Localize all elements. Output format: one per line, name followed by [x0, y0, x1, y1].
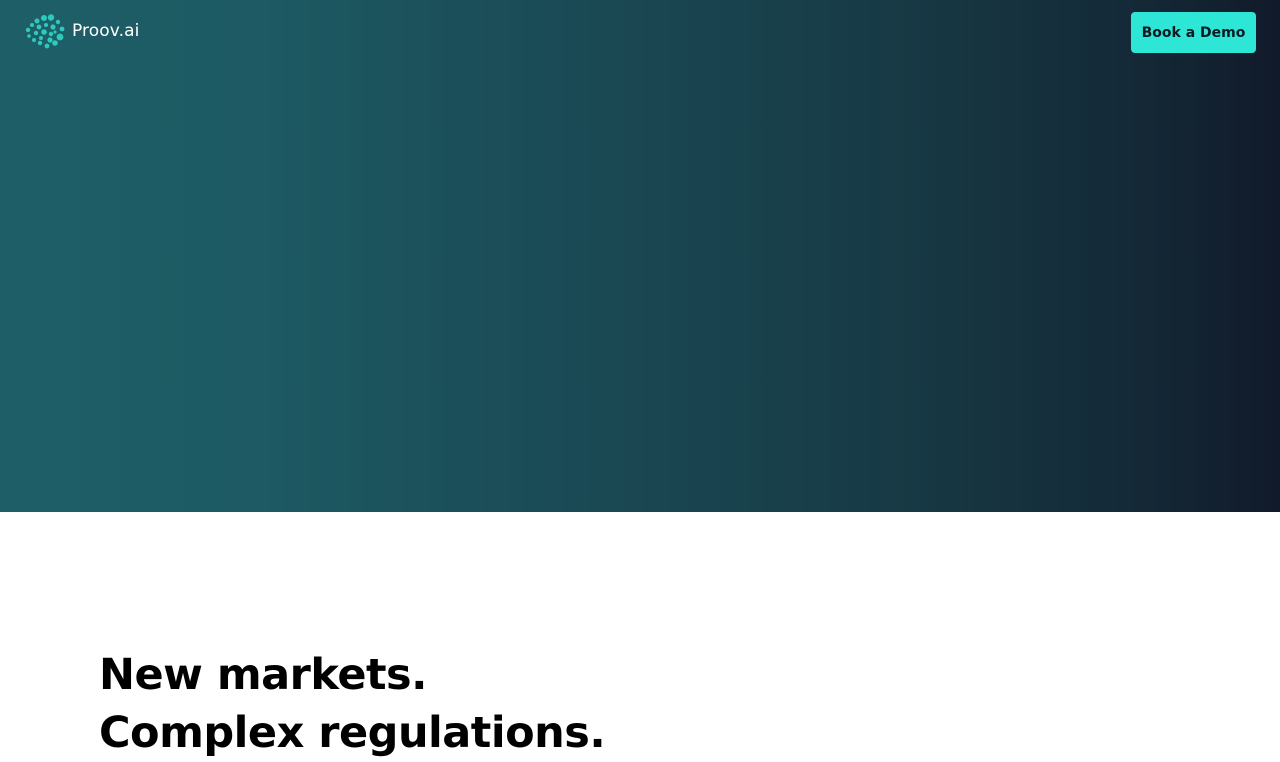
- brand-logo-link[interactable]: Proov.ai: [24, 13, 139, 49]
- dotted-circle-logo-icon: [25, 14, 65, 49]
- book-demo-button[interactable]: Book a Demo: [1131, 12, 1256, 53]
- page-headline: New markets. Complex regulations.: [99, 646, 606, 762]
- headline-line-2: Complex regulations.: [99, 708, 606, 758]
- headline-line-1: New markets.: [99, 650, 427, 700]
- top-navigation: Proov.ai Book a Demo: [0, 0, 1280, 64]
- hero-banner: [0, 0, 1280, 512]
- brand-name: Proov.ai: [72, 21, 140, 41]
